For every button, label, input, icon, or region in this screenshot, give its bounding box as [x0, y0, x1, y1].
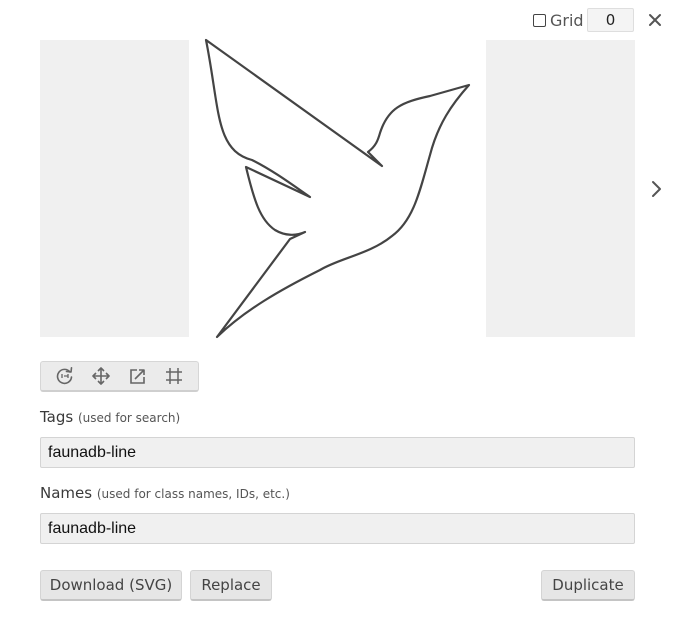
rotate-icon [56, 367, 73, 385]
close-icon [649, 14, 661, 26]
preview-right-panel [486, 40, 635, 337]
names-input[interactable] [40, 513, 635, 544]
next-icon-button[interactable] [646, 178, 666, 200]
grid-checkbox[interactable] [533, 13, 546, 27]
duplicate-button[interactable]: Duplicate [541, 570, 635, 601]
move-button[interactable] [89, 364, 113, 388]
transform-toolbar [40, 361, 199, 392]
resize-button[interactable] [126, 364, 150, 388]
names-hint: (used for class names, IDs, etc.) [96, 487, 290, 501]
download-svg-button[interactable]: Download (SVG) [40, 570, 182, 601]
icon-editor-dialog: Grid 0 Tags (used for search) faunadb-li… [0, 0, 674, 641]
chevron-right-icon [652, 181, 661, 197]
icon-preview [40, 38, 635, 339]
bird-icon [204, 38, 471, 339]
replace-button[interactable]: Replace [190, 570, 272, 601]
crop-grid-icon [165, 368, 182, 384]
move-icon [92, 367, 111, 385]
tags-label-text: Tags [40, 408, 74, 426]
names-label: Names (used for class names, IDs, etc.) [40, 484, 290, 502]
tags-label: Tags (used for search) [40, 408, 180, 426]
rotate-button[interactable] [53, 364, 77, 388]
preview-left-panel [40, 40, 189, 337]
close-button[interactable] [645, 10, 665, 30]
resize-icon [129, 369, 145, 384]
grid-label: Grid [550, 10, 584, 30]
tags-input[interactable] [40, 437, 635, 468]
grid-toggle[interactable]: Grid [533, 10, 584, 30]
crop-button[interactable] [162, 364, 186, 388]
names-label-text: Names [40, 484, 93, 502]
grid-size-input[interactable] [587, 8, 634, 32]
tags-hint: (used for search) [78, 411, 181, 425]
